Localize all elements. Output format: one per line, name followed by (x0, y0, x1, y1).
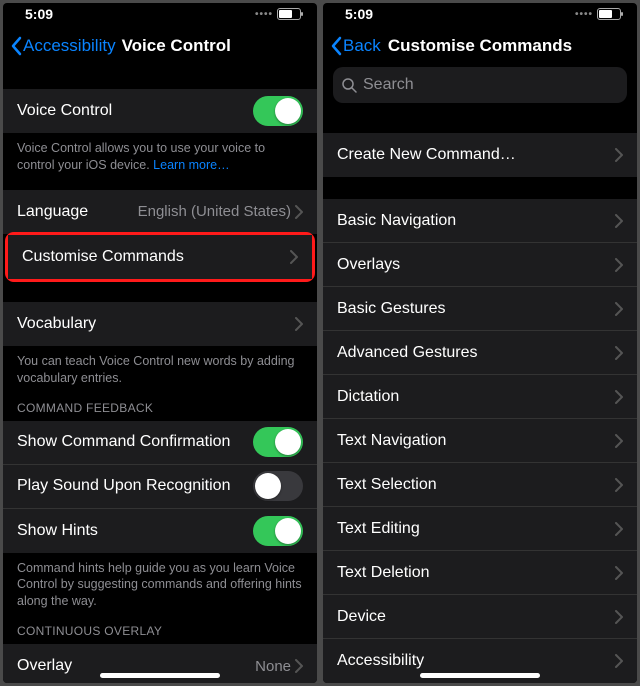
chevron-right-icon (615, 610, 623, 624)
category-row[interactable]: Basic Gestures (323, 287, 637, 331)
category-label: Text Editing (337, 520, 615, 538)
voice-control-toggle[interactable] (253, 96, 303, 126)
battery-icon (597, 8, 621, 20)
category-label: Accessibility (337, 652, 615, 670)
show-hints-row[interactable]: Show Hints (3, 509, 317, 553)
play-sound-row[interactable]: Play Sound Upon Recognition (3, 465, 317, 509)
chevron-right-icon (615, 302, 623, 316)
show-confirmation-row[interactable]: Show Command Confirmation (3, 421, 317, 465)
chevron-left-icon (331, 36, 343, 56)
nav-bar: Accessibility Voice Control (3, 25, 317, 67)
hints-description: Command hints help guide you as you lear… (3, 553, 317, 613)
category-label: Dictation (337, 388, 615, 406)
category-label: Text Navigation (337, 432, 615, 450)
home-indicator[interactable] (100, 673, 220, 678)
voice-control-label: Voice Control (17, 102, 253, 120)
overlay-value: None (255, 658, 291, 675)
chevron-right-icon (295, 317, 303, 331)
voice-control-description: Voice Control allows you to use your voi… (3, 133, 317, 176)
customise-commands-highlight: Customise Commands (5, 232, 315, 282)
search-icon (341, 77, 357, 93)
category-row[interactable]: Dictation (323, 375, 637, 419)
category-row[interactable]: Advanced Gestures (323, 331, 637, 375)
customise-commands-label: Customise Commands (22, 248, 290, 266)
chevron-right-icon (615, 148, 623, 162)
customise-commands-row[interactable]: Customise Commands (8, 235, 312, 279)
vocabulary-label: Vocabulary (17, 315, 295, 333)
status-time: 5:09 (25, 6, 53, 22)
back-button[interactable]: Back (331, 36, 381, 56)
chevron-right-icon (615, 346, 623, 360)
status-bar: 5:09 •••• (323, 3, 637, 25)
search-input[interactable]: Search (333, 67, 627, 103)
chevron-right-icon (615, 390, 623, 404)
category-row[interactable]: Text Selection (323, 463, 637, 507)
battery-icon (277, 8, 301, 20)
chevron-right-icon (615, 522, 623, 536)
voice-control-screen: 5:09 •••• Accessibility Voice Control Vo… (3, 3, 317, 683)
back-button[interactable]: Accessibility (11, 36, 116, 56)
show-confirmation-label: Show Command Confirmation (17, 433, 253, 451)
category-label: Basic Gestures (337, 300, 615, 318)
play-sound-toggle[interactable] (253, 471, 303, 501)
show-confirmation-toggle[interactable] (253, 427, 303, 457)
command-feedback-header: COMMAND FEEDBACK (3, 389, 317, 421)
language-row[interactable]: Language English (United States) (3, 190, 317, 234)
command-categories-group: Basic Navigation Overlays Basic Gestures Ad… (323, 199, 637, 683)
language-label: Language (17, 203, 138, 221)
chevron-right-icon (615, 566, 623, 580)
back-label: Accessibility (23, 36, 116, 56)
chevron-right-icon (615, 478, 623, 492)
vocabulary-description: You can teach Voice Control new words by… (3, 346, 317, 389)
category-label: Basic Navigation (337, 212, 615, 230)
status-time: 5:09 (345, 6, 373, 22)
continuous-overlay-header: CONTINUOUS OVERLAY (3, 612, 317, 644)
create-new-command-label: Create New Command… (337, 146, 615, 164)
voice-control-toggle-row[interactable]: Voice Control (3, 89, 317, 133)
show-hints-label: Show Hints (17, 522, 253, 540)
category-label: Advanced Gestures (337, 344, 615, 362)
home-indicator[interactable] (420, 673, 540, 678)
customise-commands-screen: 5:09 •••• Back Customise Commands Search… (323, 3, 637, 683)
category-row[interactable]: Device (323, 595, 637, 639)
back-label: Back (343, 36, 381, 56)
category-row[interactable]: Text Editing (323, 507, 637, 551)
category-label: Text Selection (337, 476, 615, 494)
status-bar: 5:09 •••• (3, 3, 317, 25)
vocabulary-row[interactable]: Vocabulary (3, 302, 317, 346)
language-value: English (United States) (138, 203, 291, 220)
chevron-right-icon (295, 659, 303, 673)
category-row[interactable]: Overlays (323, 243, 637, 287)
chevron-right-icon (290, 250, 298, 264)
category-row[interactable]: Basic Navigation (323, 199, 637, 243)
category-label: Overlays (337, 256, 615, 274)
category-label: Text Deletion (337, 564, 615, 582)
chevron-right-icon (615, 214, 623, 228)
category-row[interactable]: Text Navigation (323, 419, 637, 463)
chevron-left-icon (11, 36, 23, 56)
search-placeholder: Search (363, 76, 414, 94)
create-new-command-row[interactable]: Create New Command… (323, 133, 637, 177)
category-row[interactable]: Text Deletion (323, 551, 637, 595)
learn-more-link[interactable]: Learn more… (153, 158, 229, 172)
signal-dots-icon: •••• (255, 9, 273, 20)
nav-bar: Back Customise Commands (323, 25, 637, 67)
play-sound-label: Play Sound Upon Recognition (17, 477, 253, 495)
show-hints-toggle[interactable] (253, 516, 303, 546)
chevron-right-icon (295, 205, 303, 219)
chevron-right-icon (615, 654, 623, 668)
page-title: Voice Control (122, 36, 231, 56)
category-label: Device (337, 608, 615, 626)
chevron-right-icon (615, 258, 623, 272)
signal-dots-icon: •••• (575, 9, 593, 20)
chevron-right-icon (615, 434, 623, 448)
